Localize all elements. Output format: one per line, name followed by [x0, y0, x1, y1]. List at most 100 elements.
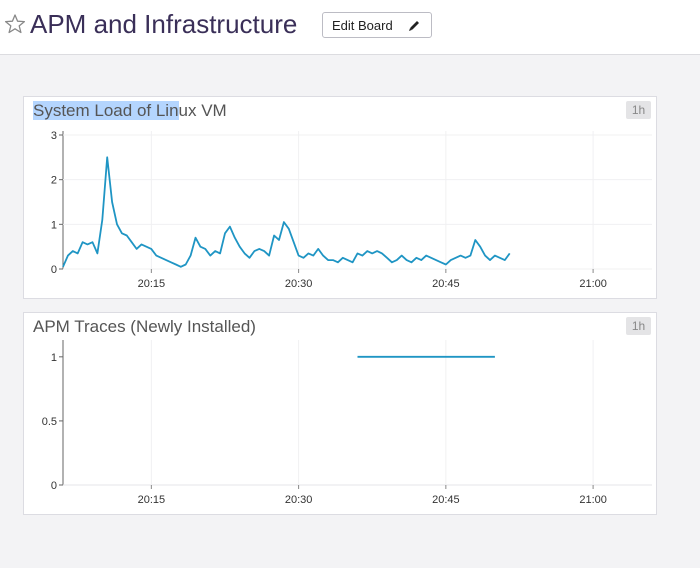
data-point	[372, 253, 373, 254]
data-point	[494, 356, 495, 357]
star-icon[interactable]	[4, 13, 26, 35]
edit-board-button[interactable]: Edit Board	[322, 12, 432, 38]
data-point	[273, 235, 274, 236]
data-point	[357, 253, 358, 254]
data-point	[313, 255, 314, 256]
data-point	[131, 242, 132, 243]
data-point	[92, 242, 93, 243]
data-point	[215, 251, 216, 252]
data-point	[298, 255, 299, 256]
data-point	[200, 246, 201, 247]
data-point	[170, 262, 171, 263]
data-point	[165, 259, 166, 260]
data-point	[401, 255, 402, 256]
data-point	[445, 264, 446, 265]
data-point	[494, 255, 495, 256]
data-point	[396, 259, 397, 260]
data-point	[111, 201, 112, 202]
data-point	[205, 248, 206, 249]
system-load-chart: 0 1 2 3 20:15 20:30 20:45 21:00	[51, 130, 652, 290]
y-tick-label: 0.5	[42, 416, 57, 428]
data-point	[318, 248, 319, 249]
data-point	[97, 253, 98, 254]
data-point	[504, 259, 505, 260]
data-point	[421, 259, 422, 260]
data-point	[386, 257, 387, 258]
y-tick-label: 0	[51, 480, 57, 492]
data-point	[465, 257, 466, 258]
edit-board-label: Edit Board	[332, 17, 393, 33]
data-point	[435, 259, 436, 260]
data-point	[278, 239, 279, 240]
data-point	[416, 257, 417, 258]
data-point	[485, 255, 486, 256]
data-point	[234, 237, 235, 238]
data-point	[102, 219, 103, 220]
data-point	[254, 251, 255, 252]
data-point	[406, 259, 407, 260]
data-point	[249, 257, 250, 258]
data-point	[269, 255, 270, 256]
data-point	[475, 239, 476, 240]
data-point	[126, 235, 127, 236]
x-tick-label: 20:30	[285, 494, 313, 506]
data-point	[185, 264, 186, 265]
data-point	[259, 248, 260, 249]
data-point	[308, 253, 309, 254]
y-tick-label: 1	[51, 219, 57, 231]
data-point	[509, 253, 510, 254]
data-point	[450, 259, 451, 260]
data-point	[156, 255, 157, 256]
y-tick-label: 1	[51, 352, 57, 364]
apm-traces-widget: APM Traces (Newly Installed) 1h 0 0.5 1 20:…	[23, 312, 657, 515]
apm-traces-chart: 0 0.5 1 20:15 20:30 20:45 21:00	[42, 340, 652, 506]
data-point	[224, 233, 225, 234]
data-point	[470, 255, 471, 256]
data-point	[161, 257, 162, 258]
data-point	[146, 246, 147, 247]
data-point	[82, 242, 83, 243]
y-tick-label: 3	[51, 130, 57, 142]
data-point	[136, 248, 137, 249]
system-load-widget: System Load of Linux VM 1h 0 1 2 3 20:15 20:3…	[23, 96, 657, 299]
x-tick-label: 20:45	[432, 278, 460, 290]
data-point	[342, 257, 343, 258]
data-point	[381, 253, 382, 254]
data-point	[431, 257, 432, 258]
data-point	[62, 266, 63, 267]
data-point	[377, 251, 378, 252]
data-point	[337, 262, 338, 263]
data-point	[489, 259, 490, 260]
data-point	[219, 253, 220, 254]
data-point	[362, 255, 363, 256]
data-point	[367, 251, 368, 252]
data-point	[141, 244, 142, 245]
data-point	[283, 222, 284, 223]
data-point	[229, 226, 230, 227]
data-point	[244, 253, 245, 254]
x-tick-label: 20:15	[138, 494, 166, 506]
data-point	[357, 356, 358, 357]
data-point	[190, 255, 191, 256]
data-point	[499, 257, 500, 258]
data-point	[440, 262, 441, 263]
data-point	[151, 248, 152, 249]
data-point	[77, 253, 78, 254]
y-tick-label: 0	[51, 264, 57, 276]
x-tick-label: 20:45	[432, 494, 460, 506]
data-point	[239, 246, 240, 247]
data-point	[347, 259, 348, 260]
data-point	[175, 264, 176, 265]
data-point	[391, 262, 392, 263]
data-point	[116, 224, 117, 225]
data-point	[303, 257, 304, 258]
data-point	[426, 255, 427, 256]
data-point	[352, 262, 353, 263]
x-tick-label: 21:00	[579, 278, 607, 290]
data-point	[264, 251, 265, 252]
pencil-icon	[409, 21, 419, 31]
data-point	[67, 255, 68, 256]
data-point	[411, 262, 412, 263]
data-point	[455, 257, 456, 258]
data-point	[107, 157, 108, 158]
